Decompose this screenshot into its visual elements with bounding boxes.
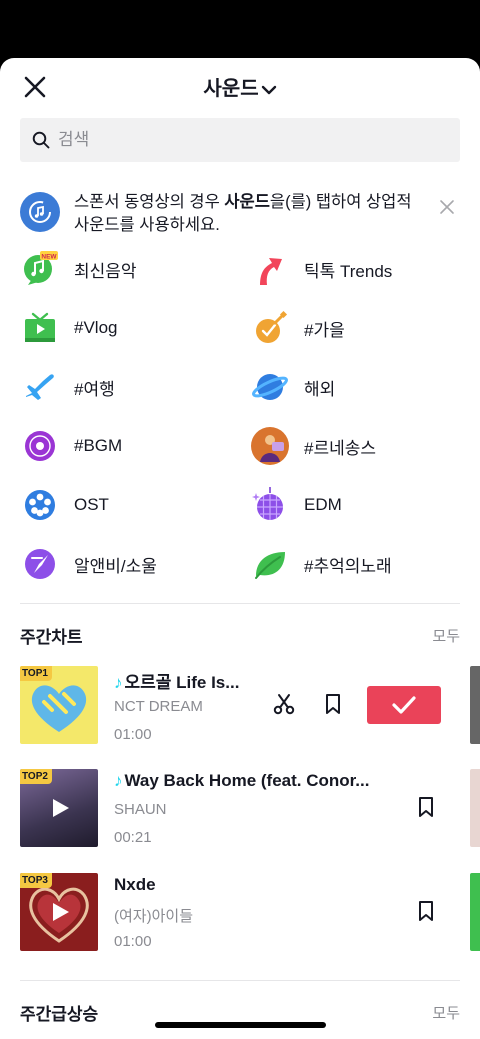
commercial-sound-icon xyxy=(20,192,60,232)
bookmark-icon[interactable] xyxy=(321,692,345,716)
track-duration: 00:21 xyxy=(114,829,152,846)
category-label: 틱톡 Trends xyxy=(304,261,393,281)
banner-text-bold: 사운드 xyxy=(224,193,270,211)
sheet-header: 사운드 xyxy=(0,58,480,114)
compass-icon xyxy=(20,544,60,584)
chevron-down-icon xyxy=(261,85,276,94)
category-nostalgic-songs[interactable]: #추억의노래 xyxy=(250,539,392,589)
search-icon xyxy=(32,131,50,149)
renaissance-icon xyxy=(250,426,290,466)
album-art[interactable]: TOP2 xyxy=(20,769,98,847)
album-art[interactable]: TOP1 xyxy=(20,666,98,744)
category-latest-music[interactable]: NEW 최신음악 xyxy=(20,244,137,294)
sound-title-dropdown[interactable]: 사운드 xyxy=(0,72,480,101)
track-row[interactable]: TOP1 ♪ 오르골 Life Is... NCT DREAM 01:00 xyxy=(20,666,480,748)
category-label: #Vlog xyxy=(74,318,118,337)
category-label: #BGM xyxy=(74,436,123,455)
track-row[interactable]: TOP2 ♪ Way Back Home (feat. Conor... SHAU… xyxy=(20,769,480,851)
category-travel[interactable]: #여행 xyxy=(20,362,115,412)
banner-close-icon[interactable] xyxy=(438,198,456,216)
track-duration: 01:00 xyxy=(114,726,152,743)
album-art[interactable]: TOP3 xyxy=(20,873,98,951)
next-page-album-peek xyxy=(470,666,480,744)
commercial-sound-banner: 스폰서 동영상의 경우 사운드을(를) 탭하여 상업적 사운드를 사용하세요. xyxy=(20,190,460,240)
see-all-link[interactable]: 모두 xyxy=(432,625,460,646)
category-label: 알앤비/소울 xyxy=(74,556,157,576)
home-indicator[interactable] xyxy=(155,1022,326,1028)
banner-text-part: 스폰서 동영상의 경우 xyxy=(74,193,225,211)
trend-arrow-icon xyxy=(250,249,290,289)
category-label: #여행 xyxy=(74,379,115,399)
see-all-link[interactable]: 모두 xyxy=(432,1002,460,1023)
svg-text:NEW: NEW xyxy=(41,254,57,261)
disco-ball-icon xyxy=(250,485,290,525)
leaf-icon xyxy=(250,544,290,584)
section-title: 주간급상승 xyxy=(20,1005,99,1024)
checkmark-icon xyxy=(392,696,416,714)
bookmark-icon[interactable] xyxy=(414,795,438,819)
vinyl-icon xyxy=(20,426,60,466)
track-title: Nxde xyxy=(114,875,156,894)
planet-icon xyxy=(250,367,290,407)
category-label: OST xyxy=(74,495,109,514)
music-note-icon: ♪ xyxy=(114,673,123,692)
category-rnb-soul[interactable]: 알앤비/소울 xyxy=(20,539,157,589)
play-icon[interactable] xyxy=(49,797,71,819)
category-renaissance[interactable]: #르네송스 xyxy=(250,421,376,471)
track-artist: (여자)아이들 xyxy=(114,908,193,925)
category-edm[interactable]: EDM xyxy=(250,480,342,530)
play-icon[interactable] xyxy=(49,901,71,923)
category-label: EDM xyxy=(304,495,342,514)
bookmark-icon[interactable] xyxy=(414,899,438,923)
search-bar[interactable] xyxy=(20,118,460,162)
track-title: ♪ Way Back Home (feat. Conor... xyxy=(114,771,394,791)
category-label: #르네송스 xyxy=(304,438,377,458)
rank-badge: TOP1 xyxy=(20,666,52,681)
track-duration: 01:00 xyxy=(114,933,152,950)
use-sound-button[interactable] xyxy=(367,686,441,724)
music-note-icon: ♪ xyxy=(114,771,123,790)
new-music-icon: NEW xyxy=(20,249,60,289)
track-row[interactable]: TOP3 Nxde (여자)아이들 01:00 xyxy=(20,873,480,955)
section-title: 주간차트 xyxy=(20,628,83,647)
category-tiktok-trends[interactable]: 틱톡 Trends xyxy=(250,244,392,294)
category-ost[interactable]: OST xyxy=(20,480,109,530)
section-divider xyxy=(20,603,460,604)
section-divider xyxy=(20,980,460,981)
category-vlog[interactable]: #Vlog xyxy=(20,303,117,353)
category-autumn[interactable]: #가을 xyxy=(250,303,345,353)
category-label: 최신음악 xyxy=(74,261,137,281)
rank-badge: TOP3 xyxy=(20,873,52,888)
track-title-text: Way Back Home (feat. Conor... xyxy=(124,771,370,790)
guitar-icon xyxy=(250,308,290,348)
sound-sheet: 사운드 스폰서 동영상의 경우 사운드을(를) 탭하여 상업적 사운드를 사용하… xyxy=(0,58,480,1039)
category-label: 해외 xyxy=(304,379,336,399)
track-artist: NCT DREAM xyxy=(114,698,203,715)
category-overseas[interactable]: 해외 xyxy=(250,362,335,412)
banner-text: 스폰서 동영상의 경우 사운드을(를) 탭하여 상업적 사운드를 사용하세요. xyxy=(74,191,414,237)
category-label: #가을 xyxy=(304,320,345,340)
track-title-text: 오르골 Life Is... xyxy=(124,673,240,692)
category-label: #추억의노래 xyxy=(304,556,392,576)
search-input[interactable] xyxy=(58,130,438,150)
page-title: 사운드 xyxy=(203,78,259,100)
next-page-album-peek xyxy=(470,769,480,847)
track-artist: SHAUN xyxy=(114,801,167,818)
track-title: ♪ 오르골 Life Is... xyxy=(114,668,274,693)
weekly-chart-header: 주간차트 모두 xyxy=(20,623,460,648)
rank-badge: TOP2 xyxy=(20,769,52,784)
film-reel-icon xyxy=(20,485,60,525)
scissors-icon[interactable] xyxy=(272,692,296,716)
tv-icon xyxy=(20,308,60,348)
category-bgm[interactable]: #BGM xyxy=(20,421,122,471)
airplane-icon xyxy=(20,367,60,407)
next-page-album-peek xyxy=(470,873,480,951)
